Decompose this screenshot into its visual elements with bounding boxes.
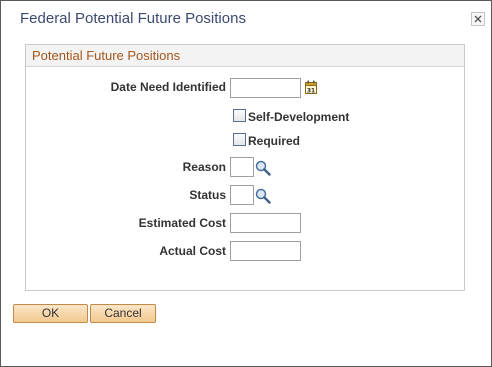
group-header: Potential Future Positions <box>26 45 464 67</box>
required-checkbox[interactable] <box>233 133 246 146</box>
estimated-cost-input[interactable] <box>230 213 301 233</box>
close-button[interactable] <box>471 12 485 26</box>
modal-dialog: Federal Potential Future Positions Poten… <box>0 0 492 367</box>
group-title: Potential Future Positions <box>32 48 181 63</box>
dialog-titlebar: Federal Potential Future Positions <box>1 1 491 35</box>
calendar-icon[interactable]: 31 <box>305 80 317 94</box>
date-need-identified-input[interactable] <box>230 78 301 98</box>
self-development-label: Self-Development <box>248 110 350 124</box>
required-label: Required <box>248 134 301 148</box>
self-development-checkbox[interactable] <box>233 109 246 122</box>
estimated-cost-label: Estimated Cost <box>138 216 226 230</box>
status-label: Status <box>189 188 226 202</box>
close-icon <box>474 15 482 23</box>
status-input[interactable] <box>230 185 254 205</box>
actual-cost-input[interactable] <box>230 241 301 261</box>
cancel-button[interactable]: Cancel <box>90 304 156 323</box>
potential-future-positions-group: Potential Future Positions Date Need Ide… <box>25 44 465 291</box>
ok-button[interactable]: OK <box>13 304 88 323</box>
svg-text:31: 31 <box>307 88 315 95</box>
reason-label: Reason <box>182 160 226 174</box>
actual-cost-label: Actual Cost <box>159 244 226 258</box>
search-icon[interactable] <box>255 160 271 176</box>
search-icon[interactable] <box>255 188 271 204</box>
reason-input[interactable] <box>230 157 254 177</box>
date-need-identified-label: Date Need Identified <box>110 80 226 94</box>
dialog-title: Federal Potential Future Positions <box>20 10 246 27</box>
